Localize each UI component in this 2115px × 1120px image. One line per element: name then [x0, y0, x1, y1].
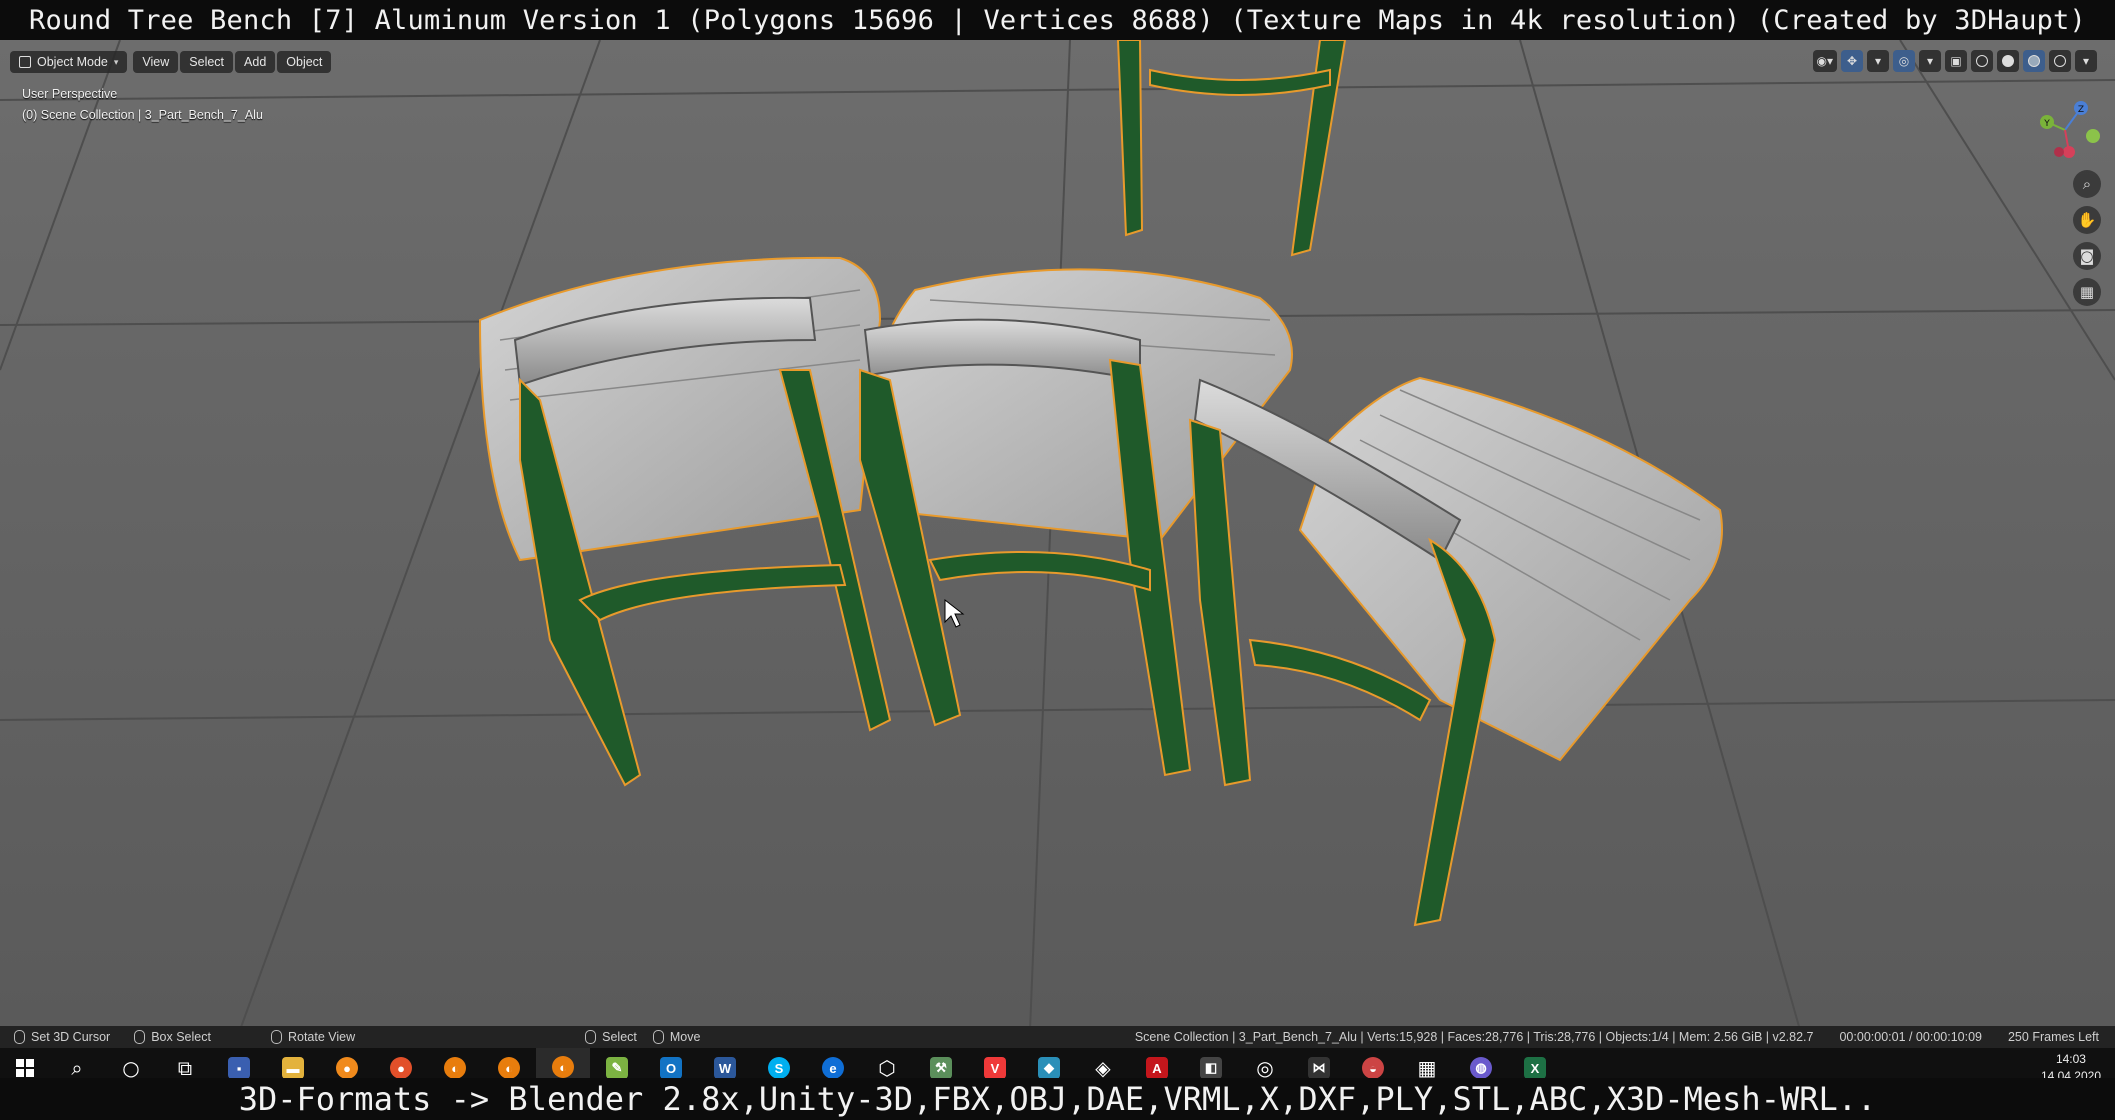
status-hint-label: Rotate View: [287, 1030, 356, 1044]
formats-overlay: 3D-Formats -> Blender 2.8x,Unity-3D,FBX,…: [0, 1078, 2115, 1120]
floor-grid: [0, 40, 2115, 1030]
object-mode-icon: [19, 56, 31, 68]
chevron-down-icon: ▾: [113, 56, 119, 67]
viewport-header: Object Mode ▾ View Select Add Object ◉▾ …: [0, 48, 2115, 76]
status-hint-set-cursor: Set 3D Cursor: [14, 1030, 110, 1044]
3d-viewport[interactable]: Object Mode ▾ View Select Add Object ◉▾ …: [0, 40, 2115, 1030]
overlay-dropdown-icon[interactable]: ▾: [1919, 50, 1941, 72]
collection-label: (0) Scene Collection | 3_Part_Bench_7_Al…: [22, 108, 263, 122]
wireframe-shading-icon[interactable]: [1971, 50, 1993, 72]
viewport-scene: [0, 40, 2115, 1030]
menu-select[interactable]: Select: [180, 51, 234, 73]
camera-icon[interactable]: ◙: [2073, 242, 2101, 270]
status-hint-box-select: Box Select: [134, 1030, 211, 1044]
windows-start-icon: [16, 1059, 34, 1077]
status-hint-rotate-view: Rotate View: [270, 1030, 356, 1044]
mouse-left-icon: [14, 1030, 25, 1044]
pan-hand-icon[interactable]: ✋: [2073, 206, 2101, 234]
mouse-left-icon: [585, 1030, 597, 1044]
zoom-icon[interactable]: ⌕: [2073, 170, 2101, 198]
status-hint-label: Set 3D Cursor: [31, 1030, 111, 1044]
navigation-gizmo[interactable]: Z Y: [2029, 94, 2101, 166]
perspective-label: User Perspective: [22, 87, 118, 101]
formats-text: 3D-Formats -> Blender 2.8x,Unity-3D,FBX,…: [238, 1080, 1877, 1118]
menu-object[interactable]: Object: [277, 51, 332, 73]
status-hint-label: Move: [669, 1030, 701, 1044]
gizmo-toggle-icon[interactable]: ✥: [1841, 50, 1863, 72]
windows-start-button[interactable]: [0, 1059, 50, 1077]
mouse-right-icon: [652, 1030, 664, 1044]
gizmo-dropdown-icon[interactable]: ▾: [1867, 50, 1889, 72]
menu-add[interactable]: Add: [235, 51, 276, 73]
timecode: 00:00:00:01 / 00:00:10:09: [1839, 1030, 1982, 1044]
bench-segment-left: [478, 256, 892, 787]
clock-time: 14:03: [2055, 1052, 2086, 1066]
mouse-cursor: [944, 598, 965, 628]
bench-segment-right: [1188, 376, 1723, 927]
mouse-left-icon: [134, 1030, 146, 1044]
viewport-info: User Perspective (0) Scene Collection | …: [22, 84, 263, 126]
status-hint-label: Box Select: [151, 1030, 211, 1044]
viewport-shading-controls: ◉▾ ✥ ▾ ◎ ▾ ▣ ▾: [1812, 50, 2097, 72]
status-hint-move: Move: [652, 1030, 701, 1044]
gizmo-z-label: Z: [2078, 105, 2084, 115]
viewport-nav-buttons: ⌕ ✋ ◙ ▦: [2073, 170, 2101, 306]
frames-left: 250 Frames Left: [2007, 1030, 2099, 1044]
mode-label: Object Mode: [37, 55, 108, 69]
status-hint-select: Select: [585, 1030, 637, 1044]
status-hint-label: Select: [602, 1030, 637, 1044]
menu-view[interactable]: View: [133, 51, 179, 73]
shading-dropdown-icon[interactable]: ▾: [2075, 50, 2097, 72]
mode-dropdown[interactable]: Object Mode ▾: [10, 51, 128, 73]
material-shading-icon[interactable]: [2023, 50, 2045, 72]
scene-stats: Scene Collection | 3_Part_Bench_7_Alu | …: [1134, 1030, 1814, 1044]
mouse-middle-icon: [270, 1030, 282, 1044]
video-title-overlay: Round Tree Bench [7] Aluminum Version 1 …: [0, 0, 2115, 40]
visibility-icon[interactable]: ◉▾: [1812, 50, 1837, 72]
xray-icon[interactable]: ▣: [1945, 50, 1967, 72]
status-stats: Scene Collection | 3_Part_Bench_7_Alu | …: [1135, 1030, 2099, 1044]
solid-shading-icon[interactable]: [1997, 50, 2019, 72]
overlay-toggle-icon[interactable]: ◎: [1893, 50, 1915, 72]
gizmo-y-label: Y: [2043, 119, 2050, 129]
video-title-text: Round Tree Bench [7] Aluminum Version 1 …: [29, 4, 2086, 36]
grid-icon[interactable]: ▦: [2073, 278, 2101, 306]
rendered-shading-icon[interactable]: [2049, 50, 2071, 72]
status-bar: Set 3D Cursor Box Select Rotate View Sel…: [0, 1026, 2115, 1048]
